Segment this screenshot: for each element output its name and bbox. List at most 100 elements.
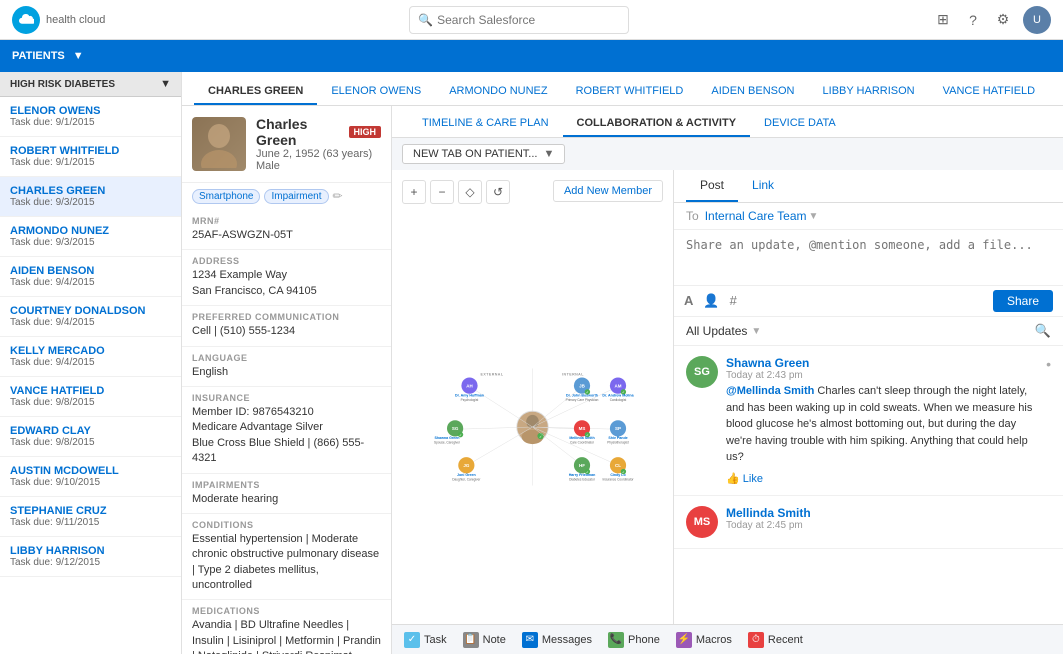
network-toolbar: + − ◇ ↺	[402, 180, 510, 204]
task-tool[interactable]: ✓ Task	[404, 632, 447, 648]
list-item[interactable]: AUSTIN MCDOWELL Task due: 9/10/2015	[0, 457, 181, 497]
feed-menu-icon[interactable]: •	[1046, 356, 1051, 485]
edit-tags-icon[interactable]: ✏	[333, 189, 343, 204]
insurance-section: INSURANCE Member ID: 9876543210Medicare …	[182, 387, 391, 474]
note-tool[interactable]: 📋 Note	[463, 632, 506, 648]
content-split: + − ◇ ↺ Add New Member	[392, 170, 1063, 624]
share-textarea[interactable]	[686, 238, 1051, 274]
list-item[interactable]: AIDEN BENSON Task due: 9/4/2015	[0, 257, 181, 297]
list-item[interactable]: ROBERT WHITFIELD Task due: 9/1/2015	[0, 137, 181, 177]
inner-layout: Charles Green HIGH June 2, 1952 (63 year…	[182, 106, 1063, 654]
search-bar[interactable]: 🔍	[409, 6, 629, 34]
new-tab-label: NEW TAB ON PATIENT...	[413, 148, 537, 160]
updates-dropdown-icon[interactable]: ▼	[751, 326, 761, 337]
list-item[interactable]: LIBBY HARRISON Task due: 9/12/2015	[0, 537, 181, 577]
to-label: To	[686, 209, 699, 223]
tab-device[interactable]: DEVICE DATA	[750, 111, 850, 137]
svg-text:AM: AM	[615, 383, 622, 388]
tab-armondo-nunez[interactable]: ARMONDO NUNEZ	[435, 79, 561, 105]
pref-comm-section: PREFERRED COMMUNICATION Cell | (510) 555…	[182, 306, 391, 346]
messages-tool[interactable]: ✉ Messages	[522, 632, 592, 648]
app-name: health cloud	[46, 14, 105, 26]
feed-author-name: Mellinda Smith	[726, 506, 811, 520]
patients-bar[interactable]: PATIENTS ▼	[0, 40, 1063, 72]
insurance-value: Member ID: 9876543210Medicare Advantage …	[192, 405, 381, 467]
feed-content: Shawna Green Today at 2:43 pm @Mellinda …	[726, 356, 1038, 485]
main-layout: HIGH RISK DIABETES ▼ ELENOR OWENS Task d…	[0, 72, 1063, 654]
all-updates-text: All Updates	[686, 324, 747, 338]
fit-button[interactable]: ◇	[458, 180, 482, 204]
recent-tool[interactable]: ⏱ Recent	[748, 632, 803, 648]
list-item[interactable]: ARMONDO NUNEZ Task due: 9/3/2015	[0, 217, 181, 257]
feed-mention[interactable]: @Mellinda Smith	[726, 385, 814, 397]
post-tabs: Post Link	[674, 170, 1063, 203]
impairments-label: IMPAIRMENTS	[192, 480, 381, 490]
share-toolbar: A 👤 # Share	[674, 286, 1063, 317]
task-icon: ✓	[404, 632, 420, 648]
patients-dropdown-arrow: ▼	[73, 50, 84, 62]
messages-icon: ✉	[522, 632, 538, 648]
sidebar: HIGH RISK DIABETES ▼ ELENOR OWENS Task d…	[0, 72, 182, 654]
tab-elenor-owens[interactable]: ELENOR OWENS	[317, 79, 435, 105]
tab-timeline[interactable]: TIMELINE & CARE PLAN	[408, 111, 563, 137]
task-label: Task	[424, 634, 447, 646]
tab-vance-hatfield[interactable]: VANCE HATFIELD	[929, 79, 1050, 105]
macros-tool[interactable]: ⚡ Macros	[676, 632, 732, 648]
tab-robert-whitfield[interactable]: ROBERT WHITFIELD	[562, 79, 698, 105]
share-button[interactable]: Share	[993, 290, 1053, 312]
address-section: ADDRESS 1234 Example WaySan Francisco, C…	[182, 250, 391, 306]
refresh-button[interactable]: ↺	[486, 180, 510, 204]
list-item[interactable]: COURTNEY DONALDSON Task due: 9/4/2015	[0, 297, 181, 337]
hashtag-icon[interactable]: #	[730, 293, 737, 309]
svg-text:Care Coordinator: Care Coordinator	[570, 441, 594, 445]
to-dropdown-icon[interactable]: ▼	[809, 211, 819, 222]
zoom-in-button[interactable]: +	[402, 180, 426, 204]
zoom-out-button[interactable]: −	[430, 180, 454, 204]
tab-collaboration[interactable]: COLLABORATION & ACTIVITY	[563, 111, 751, 137]
right-panel: TIMELINE & CARE PLAN COLLABORATION & ACT…	[392, 106, 1063, 654]
macros-label: Macros	[696, 634, 732, 646]
link-tab[interactable]: Link	[738, 170, 788, 202]
phone-tool[interactable]: 📞 Phone	[608, 632, 660, 648]
svg-text:Cardiologist: Cardiologist	[610, 398, 627, 402]
tab-aiden-benson[interactable]: AIDEN BENSON	[697, 79, 808, 105]
list-item[interactable]: VANCE HATFIELD Task due: 9/8/2015	[0, 377, 181, 417]
tab-charles-green[interactable]: CHARLES GREEN	[194, 79, 317, 105]
svg-text:JB: JB	[579, 383, 586, 388]
list-item[interactable]: ELENOR OWENS Task due: 9/1/2015	[0, 97, 181, 137]
like-action[interactable]: 👍 Like	[726, 472, 763, 485]
svg-text:Daughter, Caregiver: Daughter, Caregiver	[452, 478, 480, 482]
svg-text:MS: MS	[579, 426, 586, 431]
sidebar-filter[interactable]: HIGH RISK DIABETES ▼	[0, 72, 181, 97]
search-updates-icon[interactable]: 🔍	[1035, 323, 1051, 339]
insurance-label: INSURANCE	[192, 393, 381, 403]
grid-icon[interactable]: ⊞	[933, 10, 953, 30]
list-item-active[interactable]: CHARLES GREEN Task due: 9/3/2015	[0, 177, 181, 217]
list-item[interactable]: KELLY MERCADO Task due: 9/4/2015	[0, 337, 181, 377]
svg-text:Joni Green: Joni Green	[457, 473, 476, 477]
list-item[interactable]: EDWARD CLAY Task due: 9/8/2015	[0, 417, 181, 457]
tag-smartphone: Smartphone	[192, 189, 260, 204]
patient-gender: Male	[256, 160, 381, 172]
svg-text:SP: SP	[615, 426, 621, 431]
add-member-button[interactable]: Add New Member	[553, 180, 663, 202]
svg-text:Harry Friedman: Harry Friedman	[569, 473, 596, 477]
new-tab-button[interactable]: NEW TAB ON PATIENT... ▼	[402, 144, 565, 164]
patient-tabs: CHARLES GREEN ELENOR OWENS ARMONDO NUNEZ…	[182, 72, 1063, 106]
feed-item: MS Mellinda Smith Today at 2:45 pm	[674, 496, 1063, 549]
settings-icon[interactable]: ⚙	[993, 10, 1013, 30]
search-input[interactable]	[437, 13, 620, 27]
conditions-label: CONDITIONS	[192, 520, 381, 530]
user-avatar[interactable]: U	[1023, 6, 1051, 34]
svg-text:Dr. John Bosworth: Dr. John Bosworth	[566, 393, 598, 397]
list-item[interactable]: STEPHANIE CRUZ Task due: 9/11/2015	[0, 497, 181, 537]
feed-text: @Mellinda Smith Charles can't sleep thro…	[726, 383, 1038, 466]
tab-libby-harrison[interactable]: LIBBY HARRISON	[809, 79, 929, 105]
share-input-area	[674, 230, 1063, 286]
feed-author-name: Shawna Green	[726, 356, 1038, 370]
mention-icon[interactable]: 👤	[703, 293, 719, 309]
text-icon[interactable]: A	[684, 293, 693, 309]
help-icon[interactable]: ?	[963, 10, 983, 30]
post-tab[interactable]: Post	[686, 170, 738, 202]
medications-value: Avandia | BD Ultrafine Needles | Insulin…	[192, 618, 381, 654]
